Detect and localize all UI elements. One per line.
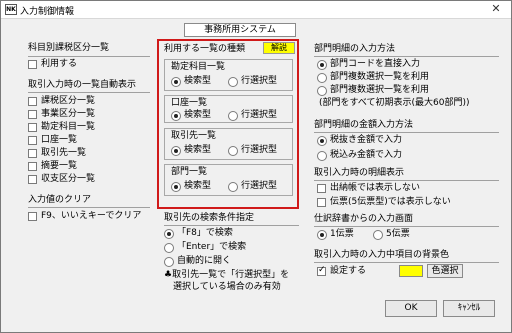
divider: [314, 132, 499, 133]
auto-item-checkbox[interactable]: [28, 149, 37, 158]
dialog-window: NK 入力制御情報 ✕ 事務所用システム 科目別課税区分一覧 利用する 取引入力…: [0, 0, 512, 333]
bg-color-title: 取引入力時の入力中項目の背景色: [314, 250, 450, 260]
group-title: 勘定科目一覧: [171, 62, 226, 72]
radio-label: 検索型: [184, 76, 212, 86]
auto-open-radio[interactable]: [164, 257, 174, 267]
auto-item-checkbox[interactable]: [28, 162, 37, 171]
journal-screen-title: 仕訳辞書からの入力画面: [314, 214, 414, 224]
use-label: 利用する: [41, 59, 78, 69]
divider: [164, 225, 299, 226]
radio-label: 検索型: [184, 110, 212, 120]
radio-label: 行選択型: [241, 145, 278, 155]
radio-label: 部門コードを直接入力: [330, 59, 421, 69]
tax-included-radio[interactable]: [317, 151, 327, 161]
ok-button[interactable]: OK: [385, 300, 437, 317]
search-type-radio[interactable]: [171, 182, 181, 192]
use-checkbox[interactable]: [28, 60, 37, 69]
bg-color-swatch: [399, 265, 423, 277]
radio-label: 自動的に開く: [177, 256, 232, 266]
row-select-radio[interactable]: [228, 146, 238, 156]
search-type-radio[interactable]: [171, 77, 181, 87]
cashbook-hide-checkbox[interactable]: [317, 184, 326, 193]
clear-checkbox[interactable]: [28, 212, 37, 221]
auto-item-checkbox[interactable]: [28, 110, 37, 119]
enter-search-radio[interactable]: [164, 243, 174, 253]
search-note-line2: 選択している場合のみ有効: [173, 282, 281, 292]
app-icon: NK: [5, 4, 17, 15]
auto-item-checkbox[interactable]: [28, 175, 37, 184]
radio-label: 行選択型: [241, 76, 278, 86]
radio-label: 行選択型: [241, 181, 278, 191]
auto-item-label: 収支区分一覧: [41, 174, 96, 184]
auto-item-checkbox[interactable]: [28, 136, 37, 145]
radio-label: 部門複数選択一覧を利用: [330, 85, 430, 95]
search-note-line1: ♣取引先一覧で「行選択型」を: [164, 270, 290, 280]
radio-label: 「F8」で検索: [177, 228, 233, 238]
clear-label: F9、いいえキーでクリア: [41, 211, 142, 221]
row-select-radio[interactable]: [228, 77, 238, 87]
divider: [28, 92, 150, 93]
title-bar: NK 入力制御情報 ✕: [1, 1, 511, 19]
dept-input-title: 部門明細の入力方法: [314, 44, 396, 54]
window-title: 入力制御情報: [20, 7, 75, 17]
radio-label: 検索型: [184, 181, 212, 191]
divider: [314, 262, 499, 263]
radio-label: 税込み金額で入力: [330, 150, 403, 160]
auto-item-label: 課税区分一覧: [41, 96, 96, 106]
amount-input-title: 部門明細の金額入力方法: [314, 120, 414, 130]
radio-label: 部門複数選択一覧を利用: [330, 72, 430, 82]
tax-excluded-radio[interactable]: [317, 136, 327, 146]
dept-note: (部門をすべて初期表示(最大60部門)): [319, 98, 470, 108]
divider: [314, 180, 499, 181]
client-search-title: 取引先の検索条件指定: [164, 213, 255, 223]
list-type-title: 利用する一覧の種類: [164, 44, 246, 54]
group-title: 部門一覧: [171, 167, 208, 177]
auto-item-label: 事業区分一覧: [41, 109, 96, 119]
radio-label: 税抜き金額で入力: [330, 135, 403, 145]
auto-item-label: 取引先一覧: [41, 148, 87, 158]
dept-code-radio[interactable]: [317, 60, 327, 70]
clear-input-title: 入力値のクリア: [28, 195, 92, 205]
bg-color-label: 設定する: [330, 266, 367, 276]
divider: [314, 226, 499, 227]
one-voucher-radio[interactable]: [317, 230, 327, 240]
radio-label: 1伝票: [330, 229, 354, 239]
radio-label: 検索型: [184, 145, 212, 155]
system-name-box: 事務所用システム: [184, 23, 296, 37]
auto-display-title: 取引入力時の一覧自動表示: [28, 80, 137, 90]
group-title: 取引先一覧: [171, 131, 217, 141]
radio-label: 「Enter」で検索: [177, 242, 247, 252]
auto-item-label: 口座一覧: [41, 135, 78, 145]
dept-multi-all-radio[interactable]: [317, 86, 327, 96]
divider: [314, 56, 499, 57]
group-title: 口座一覧: [171, 98, 208, 108]
help-button[interactable]: 解説: [263, 42, 295, 54]
search-type-radio[interactable]: [171, 111, 181, 121]
voucher-hide-checkbox[interactable]: [317, 198, 326, 207]
auto-item-label: 勘定科目一覧: [41, 122, 96, 132]
category-tax-title: 科目別課税区分一覧: [28, 43, 110, 53]
row-select-radio[interactable]: [228, 111, 238, 121]
close-icon[interactable]: ✕: [483, 1, 509, 17]
color-select-button[interactable]: 色選択: [427, 264, 463, 278]
auto-item-checkbox[interactable]: [28, 123, 37, 132]
search-type-radio[interactable]: [171, 146, 181, 156]
radio-label: 5伝票: [386, 229, 410, 239]
five-voucher-radio[interactable]: [373, 230, 383, 240]
auto-item-checkbox[interactable]: [28, 97, 37, 106]
auto-item-label: 摘要一覧: [41, 161, 78, 171]
bg-color-checkbox[interactable]: [317, 265, 326, 276]
dept-multi-radio[interactable]: [317, 73, 327, 83]
checkbox-label: 出納帳では表示しない: [330, 183, 421, 193]
detail-display-title: 取引入力時の明細表示: [314, 168, 405, 178]
cancel-button[interactable]: ｷｬﾝｾﾙ: [443, 300, 495, 317]
f8-search-radio[interactable]: [164, 229, 174, 239]
divider: [28, 56, 150, 57]
radio-label: 行選択型: [241, 110, 278, 120]
checkbox-label: 伝票(5伝票型)では表示しない: [330, 197, 451, 207]
row-select-radio[interactable]: [228, 182, 238, 192]
divider: [28, 207, 150, 208]
